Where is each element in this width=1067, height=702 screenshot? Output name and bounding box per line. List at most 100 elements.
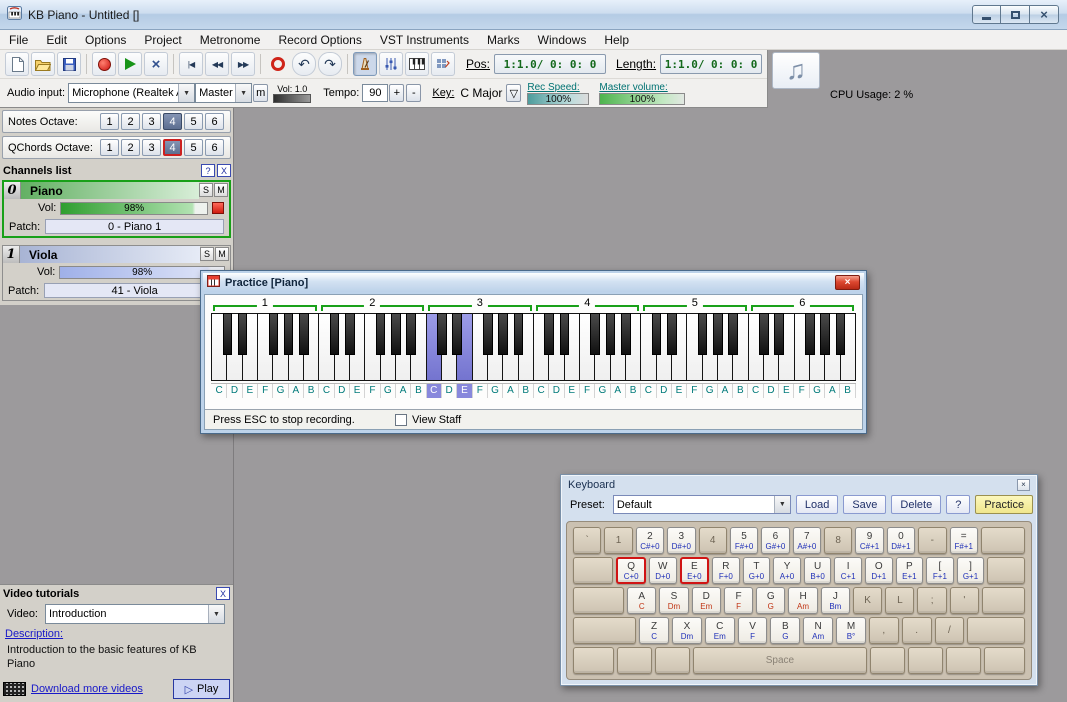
key-3[interactable]: 3D#+0	[667, 527, 695, 554]
key-,[interactable]: ,	[869, 617, 899, 644]
piano-black-key-3[interactable]	[437, 313, 447, 355]
qchords-octave-button-5[interactable]: 5	[184, 139, 203, 156]
key-4[interactable]: 4	[699, 527, 727, 554]
key-blank[interactable]	[908, 647, 943, 674]
key-Space[interactable]: Space	[693, 647, 867, 674]
keyboard-help-button[interactable]: ?	[946, 495, 970, 514]
piano-black-key-5[interactable]	[713, 313, 723, 355]
key-Y[interactable]: YA+0	[773, 557, 801, 584]
save-button[interactable]	[57, 52, 81, 76]
piano-black-key-2[interactable]	[376, 313, 386, 355]
undo-button[interactable]: ↶	[292, 52, 316, 76]
piano-black-key-6[interactable]	[836, 313, 846, 355]
marks-toggle-button[interactable]	[431, 52, 455, 76]
key-blank[interactable]	[967, 617, 1025, 644]
key-blank[interactable]	[982, 587, 1025, 614]
menu-marks[interactable]: Marks	[478, 30, 529, 50]
piano-black-key-6[interactable]	[820, 313, 830, 355]
key-H[interactable]: HAm	[788, 587, 817, 614]
key-][interactable]: ]G+1	[957, 557, 985, 584]
key-blank[interactable]	[946, 647, 981, 674]
piano-black-key-4[interactable]	[560, 313, 570, 355]
piano-black-key-4[interactable]	[606, 313, 616, 355]
patch-field[interactable]: 0 - Piano 1	[45, 219, 224, 234]
key-9[interactable]: 9C#+1	[855, 527, 883, 554]
volume-bar[interactable]: 98%	[60, 202, 208, 215]
key-blank[interactable]	[617, 647, 652, 674]
piano-black-key-3[interactable]	[498, 313, 508, 355]
key-6[interactable]: 6G#+0	[761, 527, 789, 554]
key-K[interactable]: K	[853, 587, 882, 614]
piano-black-key-3[interactable]	[514, 313, 524, 355]
key-`[interactable]: `	[573, 527, 601, 554]
load-button[interactable]: Load	[796, 495, 838, 514]
key-=[interactable]: =F#+1	[950, 527, 978, 554]
solo-button[interactable]: S	[199, 183, 213, 197]
keyboard-title-bar[interactable]: Keyboard ×	[561, 475, 1037, 492]
key-A[interactable]: AC	[627, 587, 656, 614]
preset-select[interactable]: Default ▼	[613, 495, 791, 514]
notes-octave-button-4[interactable]: 4	[163, 113, 182, 130]
piano-black-key-5[interactable]	[698, 313, 708, 355]
delete-button[interactable]: Delete	[891, 495, 941, 514]
piano-black-key-2[interactable]	[345, 313, 355, 355]
download-videos-link[interactable]: Download more videos	[31, 683, 143, 695]
key-0[interactable]: 0D#+1	[887, 527, 915, 554]
solo-button[interactable]: S	[200, 247, 214, 261]
rec-speed-gauge[interactable]: 100%	[527, 93, 589, 105]
notes-octave-button-5[interactable]: 5	[184, 113, 203, 130]
key-blank[interactable]	[573, 617, 636, 644]
key-S[interactable]: SDm	[659, 587, 688, 614]
key-I[interactable]: IC+1	[834, 557, 862, 584]
metronome-toggle-button[interactable]	[353, 52, 377, 76]
qchords-octave-button-6[interactable]: 6	[205, 139, 224, 156]
menu-record-options[interactable]: Record Options	[269, 30, 370, 50]
practice-title-bar[interactable]: Practice [Piano] ×	[203, 273, 864, 292]
record-indicator[interactable]	[212, 202, 224, 214]
description-link[interactable]: Description:	[0, 626, 233, 642]
new-file-button[interactable]	[5, 52, 29, 76]
piano-black-key-4[interactable]	[544, 313, 554, 355]
notes-octave-button-3[interactable]: 3	[142, 113, 161, 130]
view-staff-checkbox[interactable]	[395, 414, 407, 426]
dropdown-arrow-icon[interactable]: ▼	[774, 496, 790, 513]
channel-viola[interactable]: 1ViolaSMVol:98%Patch:41 - Viola	[2, 245, 231, 301]
piano-black-key-1[interactable]	[223, 313, 233, 355]
menu-file[interactable]: File	[0, 30, 37, 50]
dropdown-arrow-icon[interactable]: ▼	[235, 84, 251, 102]
master-volume-gauge[interactable]: 100%	[599, 93, 685, 105]
rewind-button[interactable]: ◀◀	[205, 52, 229, 76]
key-E[interactable]: EE+0	[680, 557, 710, 584]
piano-black-key-1[interactable]	[238, 313, 248, 355]
key-blank[interactable]	[870, 647, 905, 674]
play-button[interactable]	[118, 52, 142, 76]
menu-help[interactable]: Help	[595, 30, 638, 50]
piano-black-key-3[interactable]	[452, 313, 462, 355]
record-options-icon[interactable]	[271, 57, 285, 71]
key-select-button[interactable]: ▽	[506, 84, 521, 102]
key-R[interactable]: RF+0	[712, 557, 740, 584]
piano-black-key-6[interactable]	[774, 313, 784, 355]
menu-metronome[interactable]: Metronome	[191, 30, 270, 50]
key-T[interactable]: TG+0	[743, 557, 771, 584]
patch-field[interactable]: 41 - Viola	[44, 283, 225, 298]
input-volume-slider[interactable]	[273, 94, 311, 103]
key-[[interactable]: [F+1	[926, 557, 954, 584]
notes-octave-button-1[interactable]: 1	[100, 113, 119, 130]
piano-black-key-1[interactable]	[284, 313, 294, 355]
redo-button[interactable]: ↷	[318, 52, 342, 76]
tempo-increase-button[interactable]: +	[389, 84, 404, 102]
key-U[interactable]: UB+0	[804, 557, 832, 584]
key-1[interactable]: 1	[604, 527, 632, 554]
video-play-button[interactable]: ▷ Play	[173, 679, 230, 699]
key-5[interactable]: 5F#+0	[730, 527, 758, 554]
channels-help-button[interactable]: ?	[201, 164, 215, 177]
qchords-octave-button-1[interactable]: 1	[100, 139, 119, 156]
key-8[interactable]: 8	[824, 527, 852, 554]
mono-button[interactable]: m	[253, 84, 268, 102]
open-file-button[interactable]	[31, 52, 55, 76]
piano-black-key-4[interactable]	[621, 313, 631, 355]
piano-toggle-button[interactable]	[405, 52, 429, 76]
piano-black-key-1[interactable]	[269, 313, 279, 355]
piano-black-key-6[interactable]	[805, 313, 815, 355]
